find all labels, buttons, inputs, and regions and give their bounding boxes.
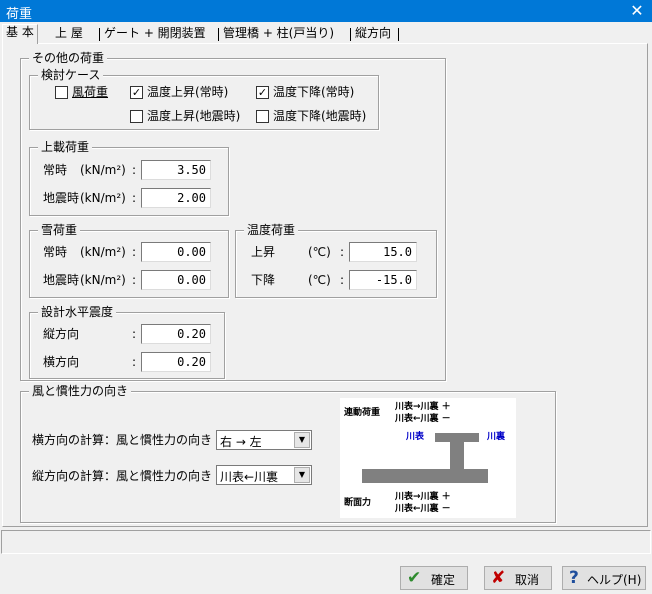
section-force-label: 断面力 [344,498,372,508]
wind-long-value: 川表←川裏 [220,470,279,484]
snow-seismic-input[interactable]: 0.00 [141,270,211,290]
surcharge-legend: 上載荷重 [38,140,93,154]
seismic-coef-legend: 設計水平震度 [38,305,117,319]
temp-rise-normal-label: 温度上昇(常時) [147,85,229,99]
check-icon: ✔ [407,568,422,588]
diagram-pier [450,442,464,469]
cases-legend: 検討ケース [38,68,104,82]
colon: : [132,163,137,177]
temp-rise-seismic-label: 温度上昇(地震時) [147,109,241,123]
tab-separator [398,28,399,41]
wind-legend: 風と慣性力の向き [29,384,132,398]
river-back-label: 川裏 [487,432,506,442]
temp-fall-label: 下降 [251,273,276,287]
snow-seismic-label: 地震時 [43,273,80,287]
seismic-long-label: 縦方向 [43,327,80,341]
colon: : [132,355,137,369]
temp-rise-input[interactable]: 15.0 [349,242,417,262]
wind-long-select[interactable]: 川表←川裏 ▼ [216,465,312,485]
snow-legend: 雪荷重 [38,223,81,237]
river-front-label: 川表 [406,432,425,442]
snow-seismic-unit: (kN/m²) [80,273,126,287]
colon: : [340,273,345,287]
surcharge-normal-label: 常時 [43,163,68,177]
title-bar: 荷重 ✕ [0,0,652,22]
tab-separator [218,28,219,41]
colon: : [132,273,137,287]
seismic-trans-input[interactable]: 0.20 [141,352,211,372]
temp-fall-unit: (℃) [308,273,331,287]
temperature-legend: 温度荷重 [244,223,299,237]
colon: : [132,191,137,205]
diagram-top-beam [435,433,479,442]
other-loads-legend: その他の荷重 [29,51,108,65]
concurrent-load-label: 連動荷重 [344,408,381,418]
sign-convention-diagram: 連動荷重 川表→川裏 ＋ 川表←川裏 － 川表 川裏 断面力 川表→川裏 ＋ 川… [340,398,516,518]
diagram-line1: 川表→川裏 ＋ [395,402,451,412]
tab-separator [350,28,351,41]
snow-normal-unit: (kN/m²) [80,245,126,259]
diagram-line3: 川表→川裏 ＋ [395,492,451,502]
temp-fall-seismic-checkbox[interactable] [256,110,269,123]
temp-rise-label: 上昇 [251,245,276,259]
cancel-button[interactable]: ✘ 取消 [484,566,552,590]
temp-fall-seismic-label: 温度下降(地震時) [273,109,367,123]
surcharge-seismic-input[interactable]: 2.00 [141,188,211,208]
tab-gate[interactable]: ゲート + 開閉装置 [101,26,209,43]
question-icon: ? [569,568,579,588]
seismic-long-input[interactable]: 0.20 [141,324,211,344]
surcharge-seismic-label: 地震時 [43,191,80,205]
cross-icon: ✘ [491,568,506,588]
wind-load-checkbox[interactable] [55,86,68,99]
seismic-trans-label: 横方向 [43,355,80,369]
wind-trans-label: 横方向の計算：風と慣性力の向き [32,433,213,447]
wind-trans-select[interactable]: 右 → 左 ▼ [216,430,312,450]
colon: : [132,327,137,341]
help-button[interactable]: ? ヘルプ(H) [562,566,646,590]
ok-label: 確定 [431,573,456,587]
diagram-line4: 川表←川裏 － [395,504,451,514]
tab-roof[interactable]: 上 屋 [52,26,86,43]
diagram-base-slab [362,469,488,483]
colon: : [340,245,345,259]
tab-bridge[interactable]: 管理橋 + 柱(戸当り) [220,26,337,43]
chevron-down-icon[interactable]: ▼ [294,467,310,483]
temp-rise-normal-checkbox[interactable]: ✓ [130,86,143,99]
tab-longitudinal[interactable]: 縦方向 [352,26,394,43]
cancel-label: 取消 [515,573,540,587]
wind-load-label: 風荷重 [72,85,109,99]
temp-fall-normal-label: 温度下降(常時) [273,85,355,99]
temp-fall-normal-checkbox[interactable]: ✓ [256,86,269,99]
ok-button[interactable]: ✔ 確定 [400,566,468,590]
temp-rise-unit: (℃) [308,245,331,259]
surcharge-normal-unit: (kN/m²) [80,163,126,177]
chevron-down-icon[interactable]: ▼ [294,432,310,448]
temp-rise-seismic-checkbox[interactable] [130,110,143,123]
help-label: ヘルプ(H) [587,573,642,587]
colon: : [132,245,137,259]
close-icon[interactable]: ✕ [622,0,652,22]
snow-normal-label: 常時 [43,245,68,259]
tab-basic[interactable]: 基 本 [2,24,38,44]
temp-fall-input[interactable]: -15.0 [349,270,417,290]
diagram-line2: 川表←川裏 － [395,414,451,424]
window-title: 荷重 [6,7,33,22]
snow-normal-input[interactable]: 0.00 [141,242,211,262]
surcharge-normal-input[interactable]: 3.50 [141,160,211,180]
wind-long-label: 縦方向の計算：風と慣性力の向き [32,469,213,483]
wind-trans-value: 右 → 左 [220,435,262,449]
surcharge-seismic-unit: (kN/m²) [80,191,126,205]
status-bar [1,530,651,554]
tab-separator [99,28,100,41]
